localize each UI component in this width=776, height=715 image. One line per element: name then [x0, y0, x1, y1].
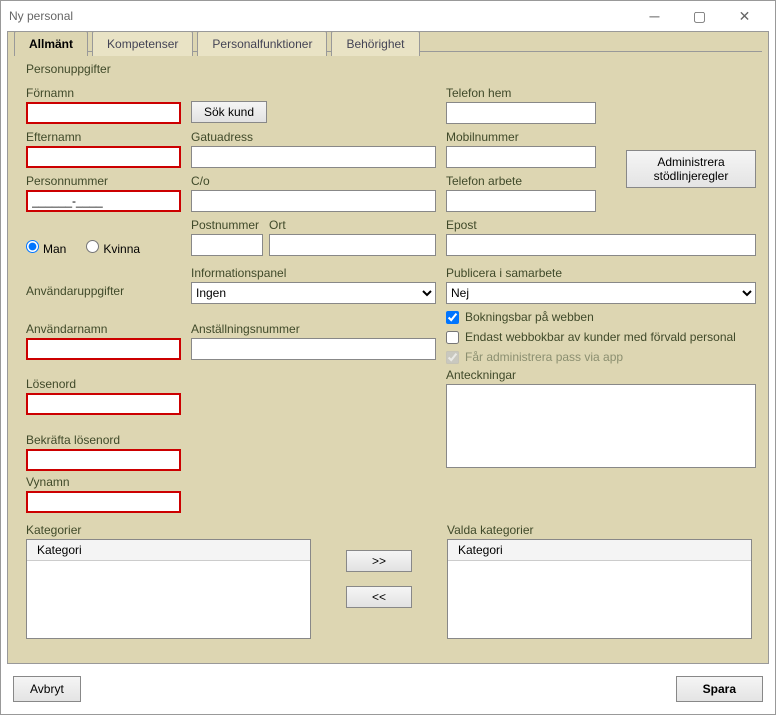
- label-epost: Epost: [446, 218, 756, 232]
- anvandarnamn-input[interactable]: [26, 338, 181, 360]
- label-ort: Ort: [269, 218, 436, 232]
- telefon-hem-input[interactable]: [446, 102, 596, 124]
- move-left-button[interactable]: <<: [346, 586, 412, 608]
- valda-kategorier-listbox[interactable]: Kategori: [447, 539, 752, 639]
- label-telefon-arbete: Telefon arbete: [446, 174, 616, 188]
- checkbox-far-admin-label: Får administrera pass via app: [465, 350, 623, 364]
- radio-man[interactable]: [26, 240, 39, 253]
- checkbox-endast-row[interactable]: Endast webbokbar av kunder med förvald p…: [446, 330, 756, 344]
- checkbox-bokningsbar[interactable]: [446, 311, 459, 324]
- label-publicera: Publicera i samarbete: [446, 266, 756, 280]
- sok-kund-button[interactable]: Sök kund: [191, 101, 267, 123]
- anstnr-input[interactable]: [191, 338, 436, 360]
- label-vynamn: Vynamn: [26, 475, 181, 489]
- label-personnummer: Personnummer: [26, 174, 181, 188]
- checkbox-far-admin: [446, 351, 459, 364]
- vynamn-input[interactable]: [26, 491, 181, 513]
- label-bekrafta: Bekräfta lösenord: [26, 433, 181, 447]
- efternamn-input[interactable]: [26, 146, 181, 168]
- gender-group: Man Kvinna: [26, 240, 181, 256]
- anteckningar-textarea[interactable]: [446, 384, 756, 468]
- bekrafta-input[interactable]: [26, 449, 181, 471]
- admin-stodlinje-button[interactable]: Administrera stödlinjeregler: [626, 150, 756, 189]
- admin-stodlinje-label: Administrera stödlinjeregler: [654, 155, 729, 183]
- co-input[interactable]: [191, 190, 436, 212]
- checkbox-bokningsbar-row[interactable]: Bokningsbar på webben: [446, 310, 756, 324]
- label-losenord: Lösenord: [26, 377, 181, 391]
- gatuadress-input[interactable]: [191, 146, 436, 168]
- mobilnummer-input[interactable]: [446, 146, 596, 168]
- radio-man-label[interactable]: Man: [26, 240, 66, 256]
- radio-kvinna-label[interactable]: Kvinna: [86, 240, 140, 256]
- content-panel: Allmänt Kompetenser Personalfunktioner B…: [7, 31, 769, 664]
- section-anvandaruppgifter: Användaruppgifter: [26, 284, 181, 298]
- window-title: Ny personal: [9, 9, 632, 23]
- publicera-select[interactable]: Nej: [446, 282, 756, 304]
- losenord-input[interactable]: [26, 393, 181, 415]
- move-right-button[interactable]: >>: [346, 550, 412, 572]
- kategorier-listbox[interactable]: Kategori: [26, 539, 311, 639]
- label-infopanel: Informationspanel: [191, 266, 436, 280]
- close-button[interactable]: ✕: [722, 1, 767, 31]
- label-gatuadress: Gatuadress: [191, 130, 436, 144]
- avbryt-button[interactable]: Avbryt: [13, 676, 81, 702]
- label-anvandarnamn: Användarnamn: [26, 322, 181, 336]
- epost-input[interactable]: [446, 234, 756, 256]
- footer: Avbryt Spara: [1, 664, 775, 714]
- label-kategorier: Kategorier: [26, 523, 311, 537]
- minimize-button[interactable]: ─: [632, 1, 677, 31]
- label-mobilnummer: Mobilnummer: [446, 130, 616, 144]
- ort-input[interactable]: [269, 234, 436, 256]
- spara-button[interactable]: Spara: [676, 676, 763, 702]
- label-co: C/o: [191, 174, 436, 188]
- label-valda-kategorier: Valda kategorier: [447, 523, 752, 537]
- move-buttons: >> <<: [319, 519, 439, 639]
- label-anstnr: Anställningsnummer: [191, 322, 436, 336]
- label-fornamn: Förnamn: [26, 86, 181, 100]
- postnummer-input[interactable]: [191, 234, 263, 256]
- telefon-arbete-input[interactable]: [446, 190, 596, 212]
- window: Ny personal ─ ▢ ✕ Allmänt Kompetenser Pe…: [0, 0, 776, 715]
- checkbox-endast-label: Endast webbokbar av kunder med förvald p…: [465, 330, 736, 344]
- label-telefon-hem: Telefon hem: [446, 86, 616, 100]
- fornamn-input[interactable]: [26, 102, 181, 124]
- kategorier-header: Kategori: [27, 540, 310, 561]
- form-area: Personuppgifter Förnamn Sök kund Telefon…: [8, 52, 768, 663]
- checkbox-bokningsbar-label: Bokningsbar på webben: [465, 310, 594, 324]
- section-personuppgifter: Personuppgifter: [26, 62, 750, 76]
- infopanel-select[interactable]: Ingen: [191, 282, 436, 304]
- label-postnummer: Postnummer: [191, 218, 263, 232]
- tab-allmant[interactable]: Allmänt: [14, 31, 88, 56]
- checkbox-far-admin-row: Får administrera pass via app: [446, 350, 756, 364]
- maximize-button[interactable]: ▢: [677, 1, 722, 31]
- valda-kategorier-header: Kategori: [448, 540, 751, 561]
- personnummer-input[interactable]: [26, 190, 181, 212]
- label-anteckningar: Anteckningar: [446, 368, 756, 382]
- titlebar: Ny personal ─ ▢ ✕: [1, 1, 775, 31]
- checkbox-endast[interactable]: [446, 331, 459, 344]
- label-efternamn: Efternamn: [26, 130, 181, 144]
- radio-kvinna[interactable]: [86, 240, 99, 253]
